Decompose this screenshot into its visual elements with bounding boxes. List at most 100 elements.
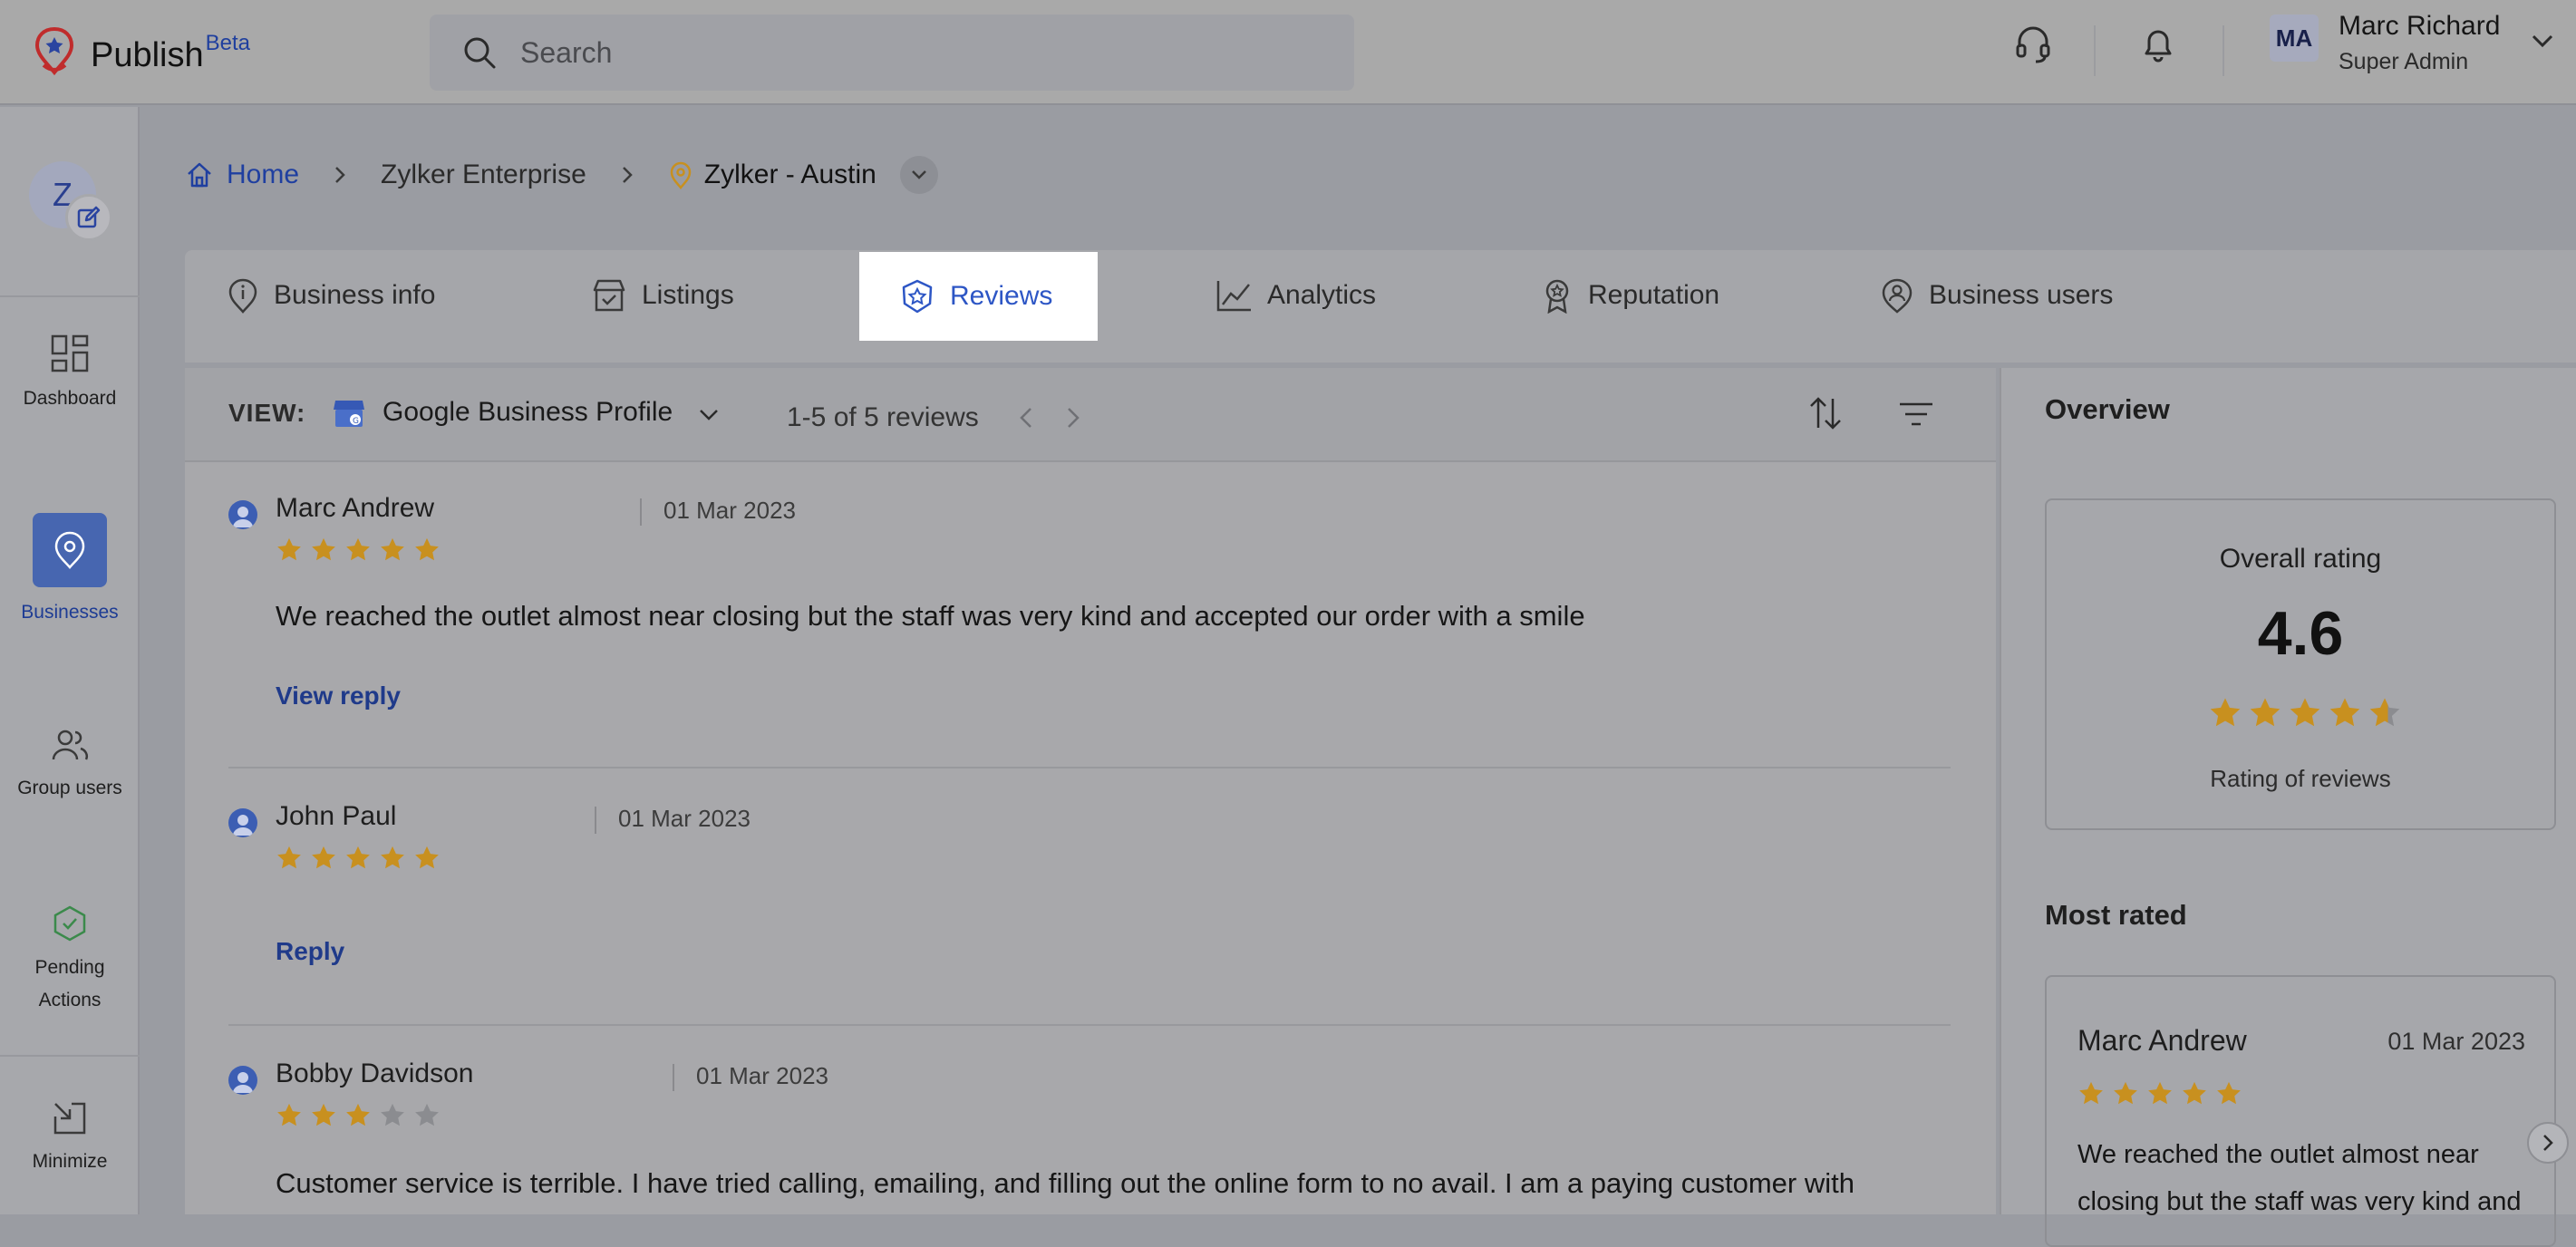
user-avatar[interactable]: MA — [2270, 14, 2319, 62]
sidebar-item-minimize[interactable]: Minimize — [0, 1100, 140, 1178]
search-input[interactable] — [520, 35, 1336, 70]
star-icon — [2217, 1081, 2241, 1105]
star-icon — [415, 846, 439, 869]
view-reply-link[interactable]: View reply — [276, 682, 401, 710]
beta-badge: Beta — [205, 31, 251, 55]
rating-caption: Rating of reviews — [2210, 765, 2391, 792]
review-text: Customer service is terrible. I have tri… — [276, 1167, 1855, 1199]
top-bar: PublishBeta MA Marc Richard Super Admin — [0, 0, 2576, 105]
reviewer-name: John Paul — [276, 801, 397, 831]
chevron-left-icon[interactable] — [1019, 406, 1033, 430]
shield-check-icon — [53, 905, 86, 942]
most-rated-text: We reached the outlet almost near closin… — [2077, 1140, 2522, 1216]
breadcrumb-home[interactable]: Home — [227, 160, 299, 190]
sidebar-item-businesses[interactable]: Businesses — [0, 513, 140, 629]
left-sidebar: Z Dashboard Businesses Group users Pendi… — [0, 107, 140, 1214]
star-icon — [277, 537, 301, 561]
most-rated-name: Marc Andrew — [2077, 1024, 2247, 1057]
overview-panel: Overview Overall rating 4.6 Rating of re… — [2000, 368, 2576, 1247]
star-icon — [381, 846, 404, 869]
tab-label: Business info — [274, 280, 436, 310]
sort-icon[interactable] — [1807, 395, 1844, 431]
star-icon — [2210, 698, 2241, 727]
breadcrumb-enterprise[interactable]: Zylker Enterprise — [381, 160, 586, 190]
search-bar[interactable] — [430, 14, 1354, 91]
review-stars — [276, 1102, 441, 1129]
overall-rating-stars — [2208, 696, 2402, 730]
tab-reviews[interactable]: Reviews — [859, 252, 1099, 341]
user-pin-icon — [1882, 278, 1913, 314]
tab-label: Reviews — [950, 281, 1053, 311]
star-icon — [346, 846, 370, 869]
view-label: VIEW: — [228, 399, 306, 427]
most-rated-card[interactable]: Marc Andrew 01 Mar 2023 We reached the o… — [2045, 975, 2556, 1247]
star-icon — [277, 1103, 301, 1126]
app-title: PublishBeta — [91, 31, 251, 74]
most-rated-next-button[interactable] — [2527, 1122, 2569, 1164]
star-icon — [346, 537, 370, 561]
star-icon — [312, 846, 335, 869]
name-date-divider — [640, 498, 642, 526]
star-badge-icon — [902, 279, 933, 314]
review-divider — [228, 1024, 1951, 1026]
overall-rating-label: Overall rating — [2219, 544, 2382, 574]
top-divider — [2094, 25, 2096, 76]
tab-business-info[interactable]: Business info — [227, 250, 435, 341]
chevron-down-icon[interactable] — [2531, 33, 2554, 49]
headset-icon[interactable] — [2012, 24, 2054, 65]
reviewer-name: Marc Andrew — [276, 493, 435, 523]
home-icon[interactable] — [185, 160, 214, 189]
sidebar-item-label: Dashboard — [23, 388, 117, 409]
star-icon — [277, 846, 301, 869]
user-role: Super Admin — [2339, 49, 2469, 74]
chevron-down-icon[interactable] — [698, 408, 720, 422]
edit-icon — [77, 206, 101, 228]
overall-rating-score: 4.6 — [2257, 599, 2344, 668]
tab-listings[interactable]: Listings — [591, 250, 734, 341]
star-icon — [2290, 698, 2320, 727]
star-icon — [2329, 698, 2360, 727]
chevron-right-icon — [622, 167, 633, 183]
reply-link[interactable]: Reply — [276, 937, 344, 966]
sidebar-item-label: Minimize — [32, 1151, 108, 1172]
location-switch-button[interactable] — [899, 156, 938, 194]
sidebar-item-group-users[interactable]: Group users — [0, 727, 140, 805]
tab-label: Reputation — [1588, 280, 1720, 310]
tab-analytics[interactable]: Analytics — [1215, 250, 1376, 341]
info-pin-icon — [228, 278, 257, 314]
location-pin-icon — [54, 531, 85, 569]
star-icon — [2079, 1081, 2103, 1105]
sidebar-item-label: Group users — [17, 778, 122, 798]
name-date-divider — [673, 1064, 674, 1091]
sidebar-divider — [0, 1055, 140, 1057]
star-icon — [312, 537, 335, 561]
sidebar-active-indicator — [33, 513, 107, 587]
location-pin-icon — [670, 161, 692, 189]
chevron-down-icon — [911, 170, 926, 179]
bell-icon[interactable] — [2137, 24, 2179, 65]
chevron-right-icon[interactable] — [1066, 406, 1080, 430]
star-icon — [381, 537, 404, 561]
chevron-right-icon — [335, 167, 345, 183]
reviews-toolbar: VIEW: G Google Business Profile 1-5 of 5… — [185, 368, 1996, 462]
svg-text:G: G — [353, 417, 359, 426]
star-icon — [346, 1103, 370, 1126]
group-users-icon — [52, 730, 89, 760]
most-rated-title: Most rated — [2045, 899, 2187, 931]
most-rated-stars — [2077, 1080, 2242, 1107]
filter-icon[interactable] — [1898, 401, 1934, 428]
review-count: 1-5 of 5 reviews — [787, 402, 979, 432]
sidebar-item-pending-actions[interactable]: Pending Actions — [0, 904, 140, 1017]
tab-business-users[interactable]: Business users — [1880, 250, 2113, 341]
sidebar-item-dashboard[interactable]: Dashboard — [0, 334, 140, 415]
source-select[interactable]: Google Business Profile — [383, 397, 673, 428]
user-name[interactable]: Marc Richard — [2339, 11, 2500, 42]
award-ribbon-icon — [1545, 279, 1569, 314]
reviewer-avatar-icon — [228, 500, 257, 529]
star-icon — [415, 537, 439, 561]
edit-business-button[interactable] — [65, 194, 112, 241]
tab-reputation[interactable]: Reputation — [1541, 250, 1719, 341]
line-chart-icon — [1216, 281, 1251, 312]
reviewer-name: Bobby Davidson — [276, 1058, 474, 1088]
star-icon — [312, 1103, 335, 1126]
